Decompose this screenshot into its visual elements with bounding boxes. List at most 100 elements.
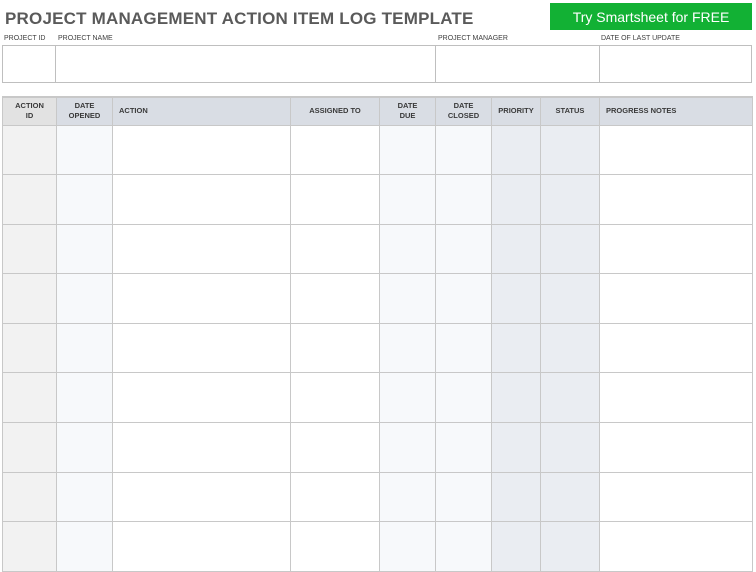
cell-action[interactable] <box>112 322 291 374</box>
cell-date-closed[interactable] <box>435 174 492 225</box>
cell-action-id[interactable] <box>2 223 57 275</box>
cell-action[interactable] <box>112 372 291 424</box>
cell-progress-notes[interactable] <box>599 471 753 523</box>
cell-status[interactable] <box>540 422 600 473</box>
cell-assigned-to[interactable] <box>290 273 380 324</box>
cell-progress-notes[interactable] <box>599 273 753 324</box>
table-row <box>2 174 753 225</box>
cell-action[interactable] <box>112 174 291 225</box>
table-row <box>2 372 753 424</box>
col-header-priority: PRIORITY <box>491 96 541 126</box>
cell-progress-notes[interactable] <box>599 422 753 473</box>
cell-date-due[interactable] <box>379 124 436 176</box>
cell-progress-notes[interactable] <box>599 322 753 374</box>
cell-assigned-to[interactable] <box>290 223 380 275</box>
project-id-field[interactable] <box>2 45 56 83</box>
cell-progress-notes[interactable] <box>599 372 753 424</box>
cell-date-closed[interactable] <box>435 322 492 374</box>
cell-status[interactable] <box>540 372 600 424</box>
cell-status[interactable] <box>540 471 600 523</box>
cell-status[interactable] <box>540 273 600 324</box>
table-header-row: ACTION ID DATE OPENED ACTION ASSIGNED TO D… <box>2 96 753 126</box>
cell-priority[interactable] <box>491 273 541 324</box>
cell-date-due[interactable] <box>379 322 436 374</box>
cell-date-due[interactable] <box>379 223 436 275</box>
cell-progress-notes[interactable] <box>599 521 753 572</box>
cell-date-opened[interactable] <box>56 322 113 374</box>
col-header-date-opened: DATE OPENED <box>56 96 113 126</box>
table-row <box>2 223 753 275</box>
cell-progress-notes[interactable] <box>599 174 753 225</box>
cell-action-id[interactable] <box>2 174 57 225</box>
try-smartsheet-button[interactable]: Try Smartsheet for FREE <box>550 3 752 30</box>
cell-action[interactable] <box>112 124 291 176</box>
table-row <box>2 422 753 473</box>
cell-action-id[interactable] <box>2 124 57 176</box>
cell-status[interactable] <box>540 322 600 374</box>
cell-progress-notes[interactable] <box>599 223 753 275</box>
col-header-status: STATUS <box>540 96 600 126</box>
cell-date-due[interactable] <box>379 174 436 225</box>
cell-date-opened[interactable] <box>56 521 113 572</box>
cell-date-due[interactable] <box>379 422 436 473</box>
cell-priority[interactable] <box>491 471 541 523</box>
cell-date-closed[interactable] <box>435 372 492 424</box>
table-row <box>2 124 753 176</box>
cell-action-id[interactable] <box>2 372 57 424</box>
cell-priority[interactable] <box>491 372 541 424</box>
cell-action-id[interactable] <box>2 322 57 374</box>
cell-date-opened[interactable] <box>56 422 113 473</box>
cell-priority[interactable] <box>491 124 541 176</box>
cell-date-closed[interactable] <box>435 223 492 275</box>
cell-status[interactable] <box>540 521 600 572</box>
cell-date-due[interactable] <box>379 372 436 424</box>
cell-assigned-to[interactable] <box>290 322 380 374</box>
project-name-field[interactable] <box>55 45 436 83</box>
table-row <box>2 322 753 374</box>
cell-action[interactable] <box>112 521 291 572</box>
cell-date-due[interactable] <box>379 521 436 572</box>
cell-date-closed[interactable] <box>435 273 492 324</box>
cell-date-closed[interactable] <box>435 521 492 572</box>
cell-date-opened[interactable] <box>56 124 113 176</box>
cell-priority[interactable] <box>491 174 541 225</box>
cell-priority[interactable] <box>491 223 541 275</box>
project-manager-field[interactable] <box>435 45 600 83</box>
project-name-label: PROJECT NAME <box>58 35 113 42</box>
cell-assigned-to[interactable] <box>290 471 380 523</box>
col-header-action-id: ACTION ID <box>2 96 57 126</box>
cell-date-due[interactable] <box>379 471 436 523</box>
cell-date-opened[interactable] <box>56 372 113 424</box>
cell-assigned-to[interactable] <box>290 124 380 176</box>
cell-priority[interactable] <box>491 521 541 572</box>
cell-action[interactable] <box>112 471 291 523</box>
cell-action-id[interactable] <box>2 471 57 523</box>
cell-action-id[interactable] <box>2 521 57 572</box>
cell-action[interactable] <box>112 223 291 275</box>
cell-date-opened[interactable] <box>56 273 113 324</box>
date-of-last-update-label: DATE OF LAST UPDATE <box>601 35 680 42</box>
cell-date-closed[interactable] <box>435 124 492 176</box>
cell-date-opened[interactable] <box>56 223 113 275</box>
cell-priority[interactable] <box>491 422 541 473</box>
table-row <box>2 521 753 572</box>
cell-action-id[interactable] <box>2 273 57 324</box>
cell-status[interactable] <box>540 223 600 275</box>
cell-assigned-to[interactable] <box>290 372 380 424</box>
cell-date-closed[interactable] <box>435 471 492 523</box>
cell-date-due[interactable] <box>379 273 436 324</box>
cell-assigned-to[interactable] <box>290 174 380 225</box>
cell-progress-notes[interactable] <box>599 124 753 176</box>
cell-date-opened[interactable] <box>56 471 113 523</box>
cell-action-id[interactable] <box>2 422 57 473</box>
cell-assigned-to[interactable] <box>290 422 380 473</box>
cell-action[interactable] <box>112 273 291 324</box>
date-of-last-update-field[interactable] <box>599 45 752 83</box>
cell-status[interactable] <box>540 174 600 225</box>
cell-action[interactable] <box>112 422 291 473</box>
cell-priority[interactable] <box>491 322 541 374</box>
cell-status[interactable] <box>540 124 600 176</box>
cell-assigned-to[interactable] <box>290 521 380 572</box>
cell-date-closed[interactable] <box>435 422 492 473</box>
cell-date-opened[interactable] <box>56 174 113 225</box>
